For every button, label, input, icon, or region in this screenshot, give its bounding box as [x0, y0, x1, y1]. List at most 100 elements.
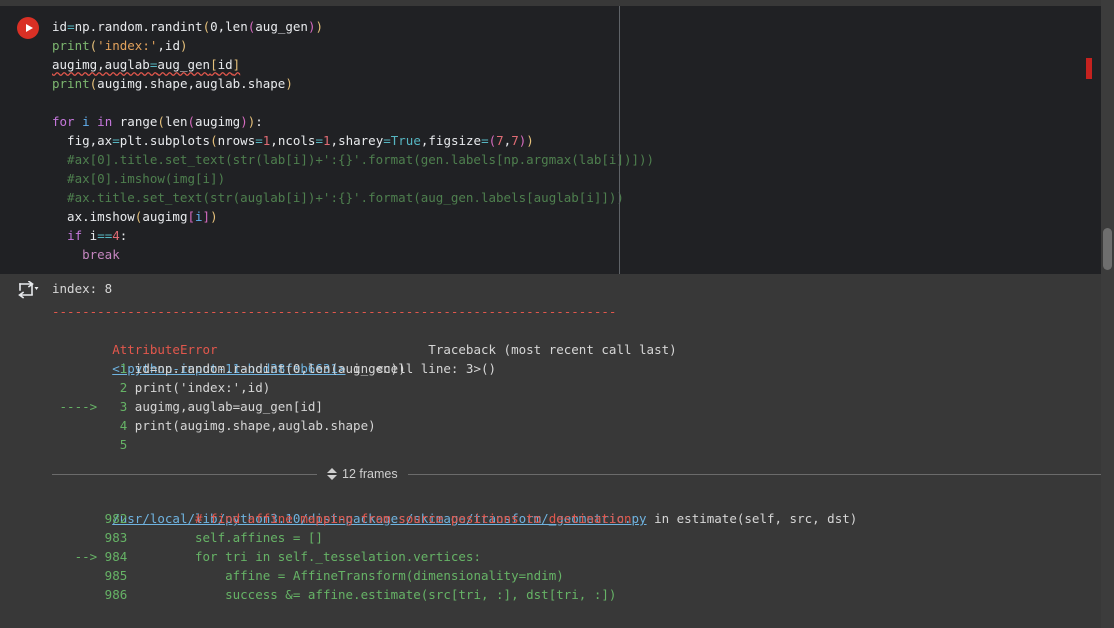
- code-token: id: [217, 57, 233, 72]
- code-token: .: [142, 19, 150, 34]
- code-token: =: [112, 133, 120, 148]
- traceback-arrow-marker: ---->: [52, 399, 98, 414]
- traceback-frame-1-source: 1 id=np.random.randint(0,len(aug_gen)) 2…: [52, 359, 1114, 454]
- traceback-line-number: 984: [97, 549, 135, 564]
- code-token: len: [225, 19, 248, 34]
- traceback-source-line: 4 print(augimg.shape,auglab.shape): [52, 416, 1114, 435]
- traceback-source-line: 983 self.affines = []: [52, 528, 1114, 547]
- traceback-arrow-marker: [52, 361, 97, 376]
- code-token: .subplots: [142, 133, 211, 148]
- traceback-arrow-marker: [52, 418, 97, 433]
- code-cell[interactable]: id=np.random.randint(0,len(aug_gen)) prin…: [0, 6, 1114, 274]
- code-line: for i in range(len(augimg)):: [52, 112, 1114, 131]
- code-line: fig,ax=plt.subplots(nrows=1,ncols=1,shar…: [52, 131, 1114, 150]
- code-token: auglab: [195, 76, 241, 91]
- code-line: print(augimg.shape,auglab.shape): [52, 74, 1114, 93]
- code-token: (: [187, 114, 196, 129]
- frames-count-label: 12 frames: [342, 467, 398, 481]
- page-scrollbar-track[interactable]: [1101, 0, 1114, 628]
- code-token: =: [315, 133, 323, 148]
- code-token: if: [67, 228, 83, 243]
- code-token: =: [383, 133, 391, 148]
- error-marker-icon[interactable]: [1086, 58, 1092, 79]
- code-token: ]: [232, 57, 241, 72]
- frames-toggle-button[interactable]: 12 frames: [317, 467, 408, 481]
- frames-rule-left: [52, 473, 317, 475]
- traceback-source-line: 986 success &= affine.estimate(src[tri, …: [52, 585, 1114, 604]
- traceback-line-number: 2: [97, 380, 135, 395]
- code-token: augimg: [97, 76, 143, 91]
- code-token: ax: [52, 209, 83, 224]
- code-token: =: [481, 133, 489, 148]
- code-token: print: [52, 76, 90, 91]
- code-token: .imshow: [82, 209, 135, 224]
- code-token: augimg: [195, 114, 241, 129]
- code-line: print('index:',id): [52, 36, 1114, 55]
- code-token: 7: [496, 133, 504, 148]
- code-token: 'index:': [97, 38, 158, 53]
- code-token: break: [82, 247, 120, 262]
- frames-rule-right: [407, 473, 1114, 475]
- traceback-source-line: 985 affine = AffineTransform(dimensional…: [52, 566, 1114, 585]
- code-token: print: [52, 38, 90, 53]
- traceback-source-code: # find affine mapping from source positi…: [134, 511, 632, 526]
- traceback-arrow-marker: [52, 380, 97, 395]
- code-token: augimg,auglab: [52, 57, 150, 72]
- code-editor[interactable]: id=np.random.randint(0,len(aug_gen)) prin…: [52, 6, 1114, 274]
- code-token: for: [52, 114, 75, 129]
- traceback-arrow-marker: [52, 587, 97, 602]
- code-token: aug_gen: [255, 19, 308, 34]
- frame-2-scope: estimate(self, src, dst): [676, 511, 858, 526]
- traceback-frame-2-source: 982 # find affine mapping from source po…: [52, 509, 1114, 604]
- code-token: 4: [112, 228, 120, 243]
- output-toggle-icon[interactable]: [18, 280, 40, 299]
- traceback-arrow-marker: [52, 511, 97, 526]
- code-token: ,: [187, 76, 196, 91]
- code-token: 0: [210, 19, 218, 34]
- traceback-source-code: affine = AffineTransform(dimensionality=…: [134, 568, 564, 583]
- code-token: id: [52, 19, 68, 34]
- code-token: ==: [97, 228, 113, 243]
- play-icon: [25, 24, 33, 32]
- page-scrollbar-thumb[interactable]: [1103, 228, 1112, 270]
- frames-collapser[interactable]: 12 frames: [52, 460, 1114, 488]
- code-token: ): [179, 38, 188, 53]
- code-token: 1: [323, 133, 331, 148]
- chevron-updown-icon: [327, 468, 337, 480]
- code-token: .shape: [240, 76, 286, 91]
- code-token: nrows: [217, 133, 256, 148]
- code-token: #ax.title.set_text(str(auglab[i])+':{}'.…: [52, 190, 624, 205]
- code-token: ,: [330, 133, 339, 148]
- code-token: randint: [149, 19, 203, 34]
- traceback-source-line: 1 id=np.random.randint(0,len(aug_gen)): [52, 359, 1114, 378]
- code-token: ,: [270, 133, 278, 148]
- code-token: range: [119, 114, 158, 129]
- code-token: id: [164, 38, 180, 53]
- traceback-header-row: AttributeError Traceback (most recent ca…: [52, 321, 1114, 357]
- code-token: (: [488, 133, 497, 148]
- traceback-line-number: 986: [97, 587, 135, 602]
- code-token: (: [202, 19, 211, 34]
- traceback-source-code: print(augimg.shape,auglab.shape): [134, 418, 376, 433]
- code-token: aug_gen: [157, 57, 211, 72]
- code-token: :: [119, 228, 128, 243]
- code-token: 7: [511, 133, 519, 148]
- code-line: ax.imshow(augimg[i]): [52, 207, 1114, 226]
- traceback-source-code: for tri in self._tesselation.vertices:: [134, 549, 481, 564]
- code-token: ): [285, 76, 293, 91]
- traceback-separator: ----------------------------------------…: [52, 304, 617, 319]
- code-token: i: [82, 114, 90, 129]
- code-line: break: [52, 245, 1114, 264]
- run-cell-button[interactable]: [17, 17, 39, 39]
- traceback-line-number: 1: [97, 361, 135, 376]
- code-token: i: [195, 209, 203, 224]
- frame-2-in-text: in: [646, 511, 677, 526]
- traceback-source-line: 982 # find affine mapping from source po…: [52, 509, 1114, 528]
- final-error-line: AttributeError: 'Delaunay' object has no…: [52, 621, 1114, 628]
- traceback-frame-2-header: /usr/local/lib/python3.10/dist-packages/…: [52, 490, 1114, 526]
- code-token: ): [210, 209, 218, 224]
